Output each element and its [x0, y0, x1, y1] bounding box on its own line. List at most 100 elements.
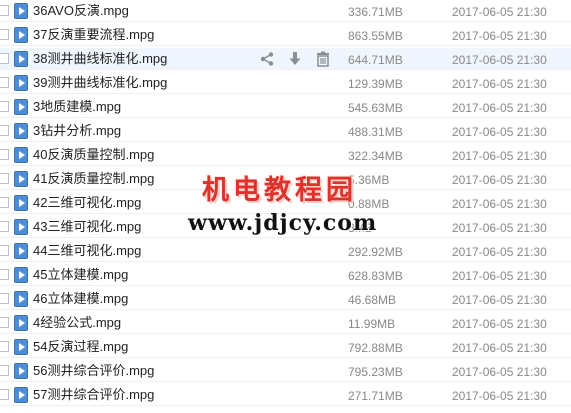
file-size: 863.55MB: [348, 29, 403, 43]
file-name[interactable]: 41反演质量控制.mpg: [33, 171, 154, 187]
file-row[interactable]: 42三维可视化.mpg 0.88MB 2017-06-05 21:30: [0, 192, 571, 214]
file-date: 2017-06-05 21:30: [452, 269, 547, 283]
file-size: 795.23MB: [348, 365, 403, 379]
file-size: 5.36MB: [348, 173, 390, 187]
file-name[interactable]: 57测井综合评价.mpg: [33, 387, 154, 403]
file-date: 2017-06-05 21:30: [452, 245, 547, 259]
file-date: 2017-06-05 21:30: [452, 221, 547, 235]
file-row[interactable]: 44三维可视化.mpg 292.92MB 2017-06-05 21:30: [0, 240, 571, 262]
video-file-icon: [14, 27, 28, 43]
file-date: 2017-06-05 21:30: [452, 149, 547, 163]
row-checkbox[interactable]: [0, 269, 9, 280]
video-file-icon: [14, 3, 28, 19]
row-checkbox[interactable]: [0, 389, 9, 400]
file-date: 2017-06-05 21:30: [452, 125, 547, 139]
file-size: 11.99MB: [348, 317, 396, 331]
file-row[interactable]: 56测井综合评价.mpg 795.23MB 2017-06-05 21:30: [0, 360, 571, 382]
row-checkbox[interactable]: [0, 29, 9, 40]
file-name[interactable]: 40反演质量控制.mpg: [33, 147, 154, 163]
row-checkbox[interactable]: [0, 341, 9, 352]
file-row[interactable]: 3钻井分析.mpg 488.31MB 2017-06-05 21:30: [0, 120, 571, 142]
row-checkbox[interactable]: [0, 173, 9, 184]
file-size: 336.71MB: [348, 5, 403, 19]
file-name[interactable]: 42三维可视化.mpg: [33, 195, 141, 211]
row-checkbox[interactable]: [0, 125, 9, 136]
file-name[interactable]: 54反演过程.mpg: [33, 339, 128, 355]
file-row[interactable]: 40反演质量控制.mpg 322.34MB 2017-06-05 21:30: [0, 144, 571, 166]
file-row[interactable]: 4经验公式.mpg 11.99MB 2017-06-05 21:30: [0, 312, 571, 334]
video-file-icon: [14, 363, 28, 379]
file-row[interactable]: 41反演质量控制.mpg 5.36MB 2017-06-05 21:30: [0, 168, 571, 190]
file-date: 2017-06-05 21:30: [452, 29, 547, 43]
file-name[interactable]: 45立体建模.mpg: [33, 267, 128, 283]
file-row[interactable]: 43三维可视化.mpg 8MB 2017-06-05 21:30: [0, 216, 571, 238]
download-icon[interactable]: [287, 51, 303, 67]
row-checkbox[interactable]: [0, 53, 9, 64]
video-file-icon: [14, 99, 28, 115]
file-row[interactable]: 38测井曲线标准化.mpg 644.71MB 2017-06-05 21:30: [0, 48, 571, 70]
file-row[interactable]: 3地质建模.mpg 545.63MB 2017-06-05 21:30: [0, 96, 571, 118]
row-checkbox[interactable]: [0, 197, 9, 208]
row-checkbox[interactable]: [0, 317, 9, 328]
video-file-icon: [14, 75, 28, 91]
file-date: 2017-06-05 21:30: [452, 173, 547, 187]
file-row[interactable]: 45立体建模.mpg 628.83MB 2017-06-05 21:30: [0, 264, 571, 286]
file-size: 628.83MB: [348, 269, 403, 283]
file-row[interactable]: 54反演过程.mpg 792.88MB 2017-06-05 21:30: [0, 336, 571, 358]
file-name[interactable]: 37反演重要流程.mpg: [33, 27, 154, 43]
file-date: 2017-06-05 21:30: [452, 389, 547, 403]
file-name[interactable]: 36AVO反演.mpg: [33, 3, 129, 19]
share-icon[interactable]: [259, 51, 275, 67]
file-date: 2017-06-05 21:30: [452, 317, 547, 331]
video-file-icon: [14, 195, 28, 211]
file-name[interactable]: 3钻井分析.mpg: [33, 123, 121, 139]
video-file-icon: [14, 315, 28, 331]
file-row[interactable]: 57测井综合评价.mpg 271.71MB 2017-06-05 21:30: [0, 384, 571, 406]
file-date: 2017-06-05 21:30: [452, 365, 547, 379]
file-size: 545.63MB: [348, 101, 403, 115]
file-name[interactable]: 44三维可视化.mpg: [33, 243, 141, 259]
file-date: 2017-06-05 21:30: [452, 101, 547, 115]
row-checkbox[interactable]: [0, 365, 9, 376]
file-name[interactable]: 56测井综合评价.mpg: [33, 363, 154, 379]
file-name[interactable]: 4经验公式.mpg: [33, 315, 121, 331]
file-name[interactable]: 39测井曲线标准化.mpg: [33, 75, 167, 91]
video-file-icon: [14, 147, 28, 163]
file-name[interactable]: 3地质建模.mpg: [33, 99, 121, 115]
file-size: 8MB: [348, 221, 373, 235]
file-row[interactable]: 39测井曲线标准化.mpg 129.39MB 2017-06-05 21:30: [0, 72, 571, 94]
row-checkbox[interactable]: [0, 5, 9, 16]
file-size: 792.88MB: [348, 341, 403, 355]
file-size: 488.31MB: [348, 125, 403, 139]
file-name[interactable]: 46立体建模.mpg: [33, 291, 128, 307]
file-row[interactable]: 36AVO反演.mpg 336.71MB 2017-06-05 21:30: [0, 0, 571, 22]
row-checkbox[interactable]: [0, 293, 9, 304]
file-size: 644.71MB: [348, 53, 403, 67]
video-file-icon: [14, 267, 28, 283]
file-size: 129.39MB: [348, 77, 403, 91]
file-size: 46.68MB: [348, 293, 397, 307]
file-date: 2017-06-05 21:30: [452, 5, 547, 19]
row-checkbox[interactable]: [0, 101, 9, 112]
video-file-icon: [14, 243, 28, 259]
video-file-icon: [14, 51, 28, 67]
row-checkbox[interactable]: [0, 221, 9, 232]
delete-icon[interactable]: [315, 51, 331, 67]
video-file-icon: [14, 219, 28, 235]
video-file-icon: [14, 387, 28, 403]
file-row[interactable]: 37反演重要流程.mpg 863.55MB 2017-06-05 21:30: [0, 24, 571, 46]
row-checkbox[interactable]: [0, 149, 9, 160]
file-date: 2017-06-05 21:30: [452, 197, 547, 211]
file-size: 292.92MB: [348, 245, 403, 259]
file-date: 2017-06-05 21:30: [452, 341, 547, 355]
row-checkbox[interactable]: [0, 245, 9, 256]
file-name[interactable]: 38测井曲线标准化.mpg: [33, 51, 167, 67]
file-name[interactable]: 43三维可视化.mpg: [33, 219, 141, 235]
file-date: 2017-06-05 21:30: [452, 293, 547, 307]
video-file-icon: [14, 339, 28, 355]
row-checkbox[interactable]: [0, 77, 9, 88]
file-size: 0.88MB: [348, 197, 390, 211]
video-file-icon: [14, 123, 28, 139]
file-row[interactable]: 46立体建模.mpg 46.68MB 2017-06-05 21:30: [0, 288, 571, 310]
video-file-icon: [14, 291, 28, 307]
